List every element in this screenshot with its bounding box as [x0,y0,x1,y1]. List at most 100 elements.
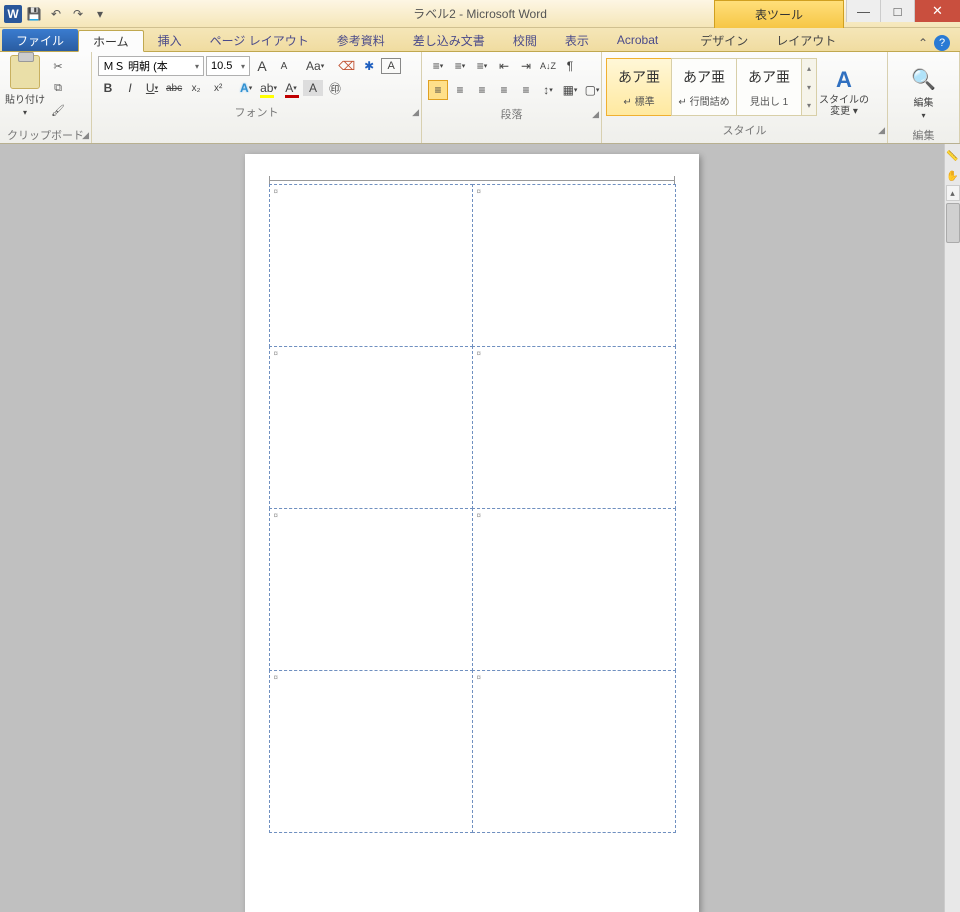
cell-end-mark: ¤ [274,673,278,682]
superscript-button[interactable]: x² [208,78,228,98]
align-right-button[interactable]: ≡ [472,80,492,100]
clipboard-launcher[interactable]: ◢ [82,130,89,141]
grow-font-button[interactable]: A [252,56,272,76]
redo-button[interactable]: ↷ [68,4,88,24]
page[interactable]: ¤ ¤ ¤ ¤ ¤ ¤ ¤ ¤ [245,154,699,912]
acrobat-tab[interactable]: Acrobat [603,29,672,51]
change-case-button[interactable]: Aa▾ [304,56,326,76]
font-group-label: フォント◢ [92,104,421,120]
cut-button[interactable]: ✂ [48,56,68,76]
find-button[interactable]: 🔍 編集 ▾ [904,57,944,123]
font-size-combo[interactable]: 10.5▾ [206,56,250,76]
vertical-scrollbar[interactable]: 📏 ✋ ▴ [944,144,960,912]
italic-button[interactable]: I [120,78,140,98]
multilevel-list-button[interactable]: ≡▾ [472,56,492,76]
paste-button[interactable]: 貼り付け ▾ [4,54,46,120]
word-app-icon[interactable]: W [4,5,22,23]
table-design-tab[interactable]: デザイン [686,29,762,51]
table-layout-tab[interactable]: レイアウト [762,29,850,51]
table-cell[interactable] [269,832,473,833]
decrease-indent-button[interactable]: ⇤ [494,56,514,76]
table-cell[interactable]: ¤ [269,346,473,509]
distribute-button[interactable]: ≡ [516,80,536,100]
enclose-characters-button[interactable]: ㊞ [325,78,345,98]
style-name: 見出し 1 [750,93,788,108]
font-name-combo[interactable]: ＭＳ 明朝 (本▾ [98,56,204,76]
table-cell[interactable]: ¤ [472,508,676,671]
scroll-up-button[interactable]: ▴ [946,185,960,201]
styles-launcher[interactable]: ◢ [878,125,885,136]
minimize-button[interactable]: — [846,0,880,22]
table-cell[interactable]: ¤ [472,346,676,509]
qat-customize-button[interactable]: ▾ [90,4,110,24]
increase-indent-button[interactable]: ⇥ [516,56,536,76]
style-normal[interactable]: あア亜 ↵ 標準 [606,58,672,116]
page-layout-tab[interactable]: ページ レイアウト [196,29,323,51]
cell-end-mark: ¤ [477,349,481,358]
review-tab[interactable]: 校閲 [499,29,551,51]
editing-label: 編集 [914,94,934,109]
cell-end-mark: ¤ [477,187,481,196]
styles-up-icon[interactable]: ▴ [802,59,816,78]
minimize-ribbon-button[interactable]: ⌃ [918,36,928,50]
table-cell[interactable]: ¤ [269,670,473,833]
align-center-button[interactable]: ≡ [450,80,470,100]
table-cell[interactable]: ¤ [269,184,473,347]
paragraph-launcher[interactable]: ◢ [592,109,599,120]
references-tab[interactable]: 参考資料 [323,29,399,51]
styles-down-icon[interactable]: ▾ [802,78,816,97]
font-color-button[interactable]: A▾ [281,78,301,98]
file-tab[interactable]: ファイル [2,29,78,51]
align-left-button[interactable]: ≡ [428,80,448,100]
style-no-spacing[interactable]: あア亜 ↵ 行間詰め [671,58,737,116]
change-styles-button[interactable]: A スタイルの 変更 ▾ [817,54,871,120]
copy-button[interactable]: ⧉ [48,78,68,98]
subscript-button[interactable]: x₂ [186,78,206,98]
insert-tab[interactable]: 挿入 [144,29,196,51]
text-effects-button[interactable]: A▾ [236,78,256,98]
numbering-button[interactable]: ≡▾ [450,56,470,76]
maximize-button[interactable]: □ [880,0,914,22]
styles-more-icon[interactable]: ▾ [802,96,816,115]
show-marks-button[interactable]: ¶ [560,56,580,76]
mailings-tab[interactable]: 差し込み文書 [399,29,499,51]
styles-gallery-scroll[interactable]: ▴ ▾ ▾ [801,58,817,116]
font-launcher[interactable]: ◢ [412,107,419,118]
sort-button[interactable]: A↓Z [538,56,558,76]
label-table[interactable]: ¤ ¤ ¤ ¤ ¤ ¤ ¤ ¤ [269,184,675,912]
character-shading-button[interactable]: A [303,80,323,96]
underline-button[interactable]: U▾ [142,78,162,98]
help-button[interactable]: ? [934,35,950,51]
home-tab[interactable]: ホーム [78,30,144,52]
table-cell[interactable]: ¤ [472,184,676,347]
style-heading1[interactable]: あア亜 見出し 1 [736,58,802,116]
shading-button[interactable]: ▦▾ [560,80,580,100]
document-area[interactable]: ¤ ¤ ¤ ¤ ¤ ¤ ¤ ¤ [0,144,944,912]
close-button[interactable]: ✕ [914,0,960,22]
save-button[interactable]: 💾 [24,4,44,24]
scroll-thumb[interactable] [946,203,960,243]
shrink-font-button[interactable]: A [274,56,294,76]
strikethrough-button[interactable]: abc [164,78,184,98]
undo-button[interactable]: ↶ [46,4,66,24]
table-cell[interactable]: ¤ [472,670,676,833]
table-cell[interactable]: ¤ [269,508,473,671]
phonetic-guide-button[interactable]: ✱ [359,56,379,76]
highlight-button[interactable]: ab▾ [258,78,279,98]
character-border-button[interactable]: A [381,58,401,74]
ruler-toggle-icon[interactable]: 📏 [946,148,960,164]
cell-end-mark: ¤ [477,673,481,682]
justify-button[interactable]: ≡ [494,80,514,100]
table-cell[interactable] [472,832,676,833]
table-row: ¤ ¤ [269,508,675,670]
cell-end-mark: ¤ [274,349,278,358]
cell-end-mark: ¤ [477,511,481,520]
bullets-button[interactable]: ≡▾ [428,56,448,76]
pan-hand-icon[interactable]: ✋ [946,168,960,184]
format-painter-button[interactable]: 🖌 [48,100,68,120]
view-tab[interactable]: 表示 [551,29,603,51]
borders-button[interactable]: ▢▾ [582,80,602,100]
line-spacing-button[interactable]: ↕▾ [538,80,558,100]
bold-button[interactable]: B [98,78,118,98]
clear-formatting-button[interactable]: ⌫ [336,56,357,76]
